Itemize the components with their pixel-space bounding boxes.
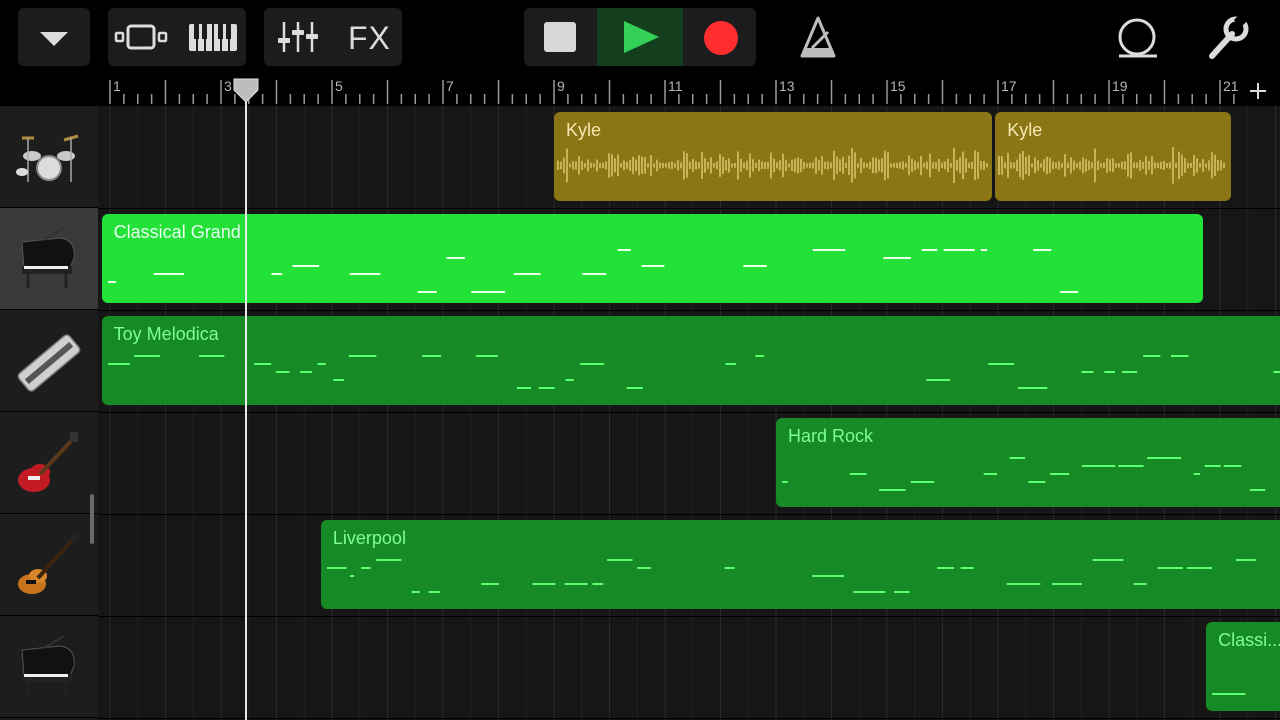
melodica-icon	[17, 334, 81, 392]
fx-label: FX	[348, 20, 391, 56]
bar-number: 21	[1223, 78, 1239, 94]
piano-keyboard-icon	[189, 24, 237, 51]
region-notes	[557, 147, 988, 183]
transport-controls	[524, 8, 756, 66]
playhead-line	[245, 96, 247, 720]
track-view-icon	[114, 24, 168, 50]
track-scroll-indicator[interactable]	[90, 494, 94, 544]
play-button[interactable]	[597, 8, 683, 66]
record-button[interactable]	[683, 8, 756, 66]
drum-kit-icon	[16, 134, 79, 182]
region-liverpool[interactable]: Liverpool	[320, 520, 1280, 609]
bar-number: 9	[557, 78, 565, 94]
region-toy-melodica[interactable]: Toy Melodica	[101, 316, 1280, 405]
chevron-down-icon	[40, 32, 68, 46]
region-classi[interactable]: Classi...	[1206, 622, 1280, 711]
toolbar: FX	[0, 0, 1280, 76]
loop-browser-button[interactable]	[1110, 12, 1166, 66]
bass-guitar-icon	[18, 534, 78, 594]
bar-number: 15	[890, 78, 906, 94]
menu-button[interactable]	[18, 8, 90, 66]
region-name: Classical Grand	[113, 222, 241, 242]
region-name: Toy Melodica	[113, 324, 219, 344]
electric-guitar-icon	[18, 432, 78, 492]
bar-ruler[interactable]: 1 3 5 7 9 11 13 15 17 19 21	[98, 76, 1280, 106]
track-header-classical-grand[interactable]	[0, 208, 98, 310]
bar-number: 17	[1001, 78, 1017, 94]
bar-number: 3	[224, 78, 232, 94]
mixer-sliders-icon	[278, 22, 318, 52]
track-header-toy-melodica[interactable]	[0, 310, 98, 412]
bar-number: 1	[113, 78, 121, 94]
stop-icon	[544, 22, 576, 52]
bar-number: 19	[1112, 78, 1128, 94]
region-notes	[107, 355, 1280, 389]
region-notes	[326, 559, 1256, 593]
grand-piano-icon	[21, 228, 75, 288]
tracks-area[interactable]: Kyle Kyle Classical Grand Toy Melodica Hard …	[98, 106, 1280, 720]
region-classical-grand[interactable]: Classical Grand	[101, 214, 1204, 303]
loop-browser-icon	[1118, 18, 1157, 58]
wrench-icon	[1209, 12, 1249, 59]
region-kyle[interactable]: Kyle	[554, 112, 993, 201]
bar-number: 11	[668, 78, 683, 94]
stop-button[interactable]	[524, 8, 597, 66]
bar-number: 7	[446, 78, 454, 94]
bar-number: 5	[335, 78, 343, 94]
region-name: Hard Rock	[788, 426, 874, 446]
settings-button[interactable]	[1200, 12, 1256, 66]
track-header-hard-rock[interactable]	[0, 412, 98, 514]
grand-piano-icon	[21, 636, 75, 696]
track-headers	[0, 106, 98, 720]
region-hard-rock[interactable]: Hard Rock	[776, 418, 1280, 507]
plus-icon	[1250, 83, 1266, 99]
region-name: Classi...	[1218, 630, 1280, 650]
track-lane-piano-2[interactable]	[98, 616, 1280, 719]
add-section-button[interactable]	[1240, 76, 1276, 106]
region-notes	[107, 249, 1078, 293]
bar-number: 13	[779, 78, 795, 94]
keyboard-button[interactable]	[177, 8, 246, 66]
metronome-button[interactable]	[790, 12, 846, 66]
playhead-handle[interactable]	[233, 78, 259, 104]
view-toggle-group	[108, 8, 246, 66]
metronome-icon	[800, 16, 836, 58]
record-icon	[704, 21, 738, 55]
mixer-button[interactable]	[264, 8, 333, 66]
region-kyle[interactable]: Kyle	[995, 112, 1232, 201]
track-header-drums[interactable]	[0, 106, 98, 208]
region-name: Liverpool	[332, 528, 406, 548]
track-header-piano-2[interactable]	[0, 616, 98, 718]
track-view-button[interactable]	[108, 8, 177, 66]
ruler-ticks: 1 3 5 7 9 11 13 15 17 19 21	[109, 78, 1239, 104]
track-header-liverpool[interactable]	[0, 514, 98, 616]
region-name: Kyle	[1007, 120, 1043, 140]
region-name: Kyle	[566, 120, 602, 140]
play-icon	[624, 21, 659, 53]
